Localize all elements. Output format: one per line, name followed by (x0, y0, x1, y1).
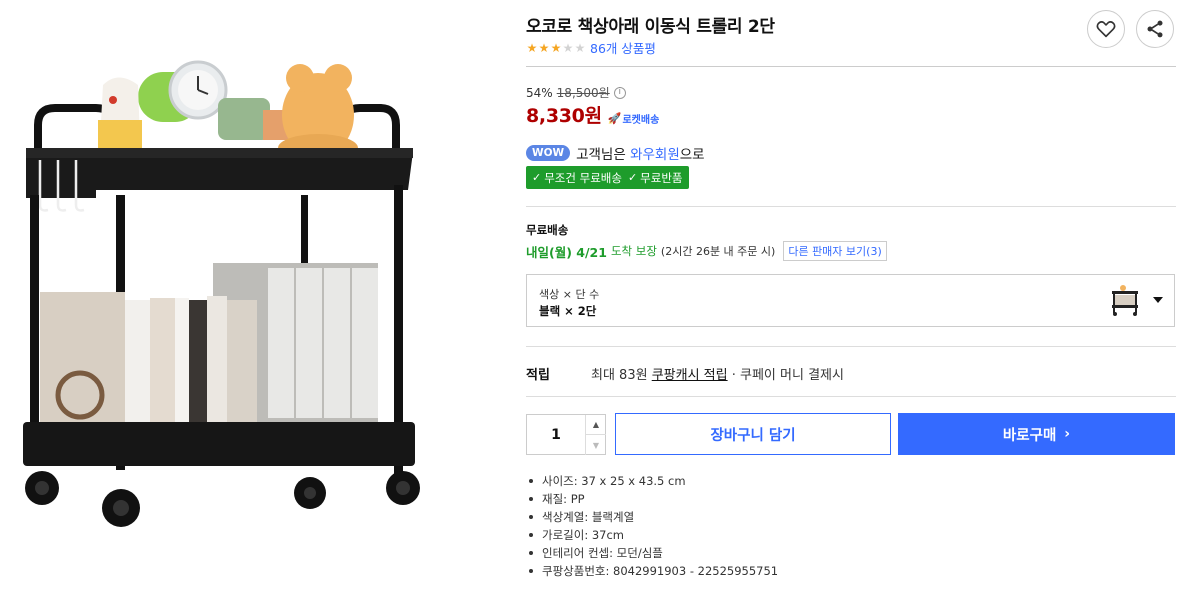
spec-text: 색상계열: 블랙계열 (542, 510, 635, 524)
option-name: 색상 × 단 수 (539, 288, 600, 301)
bullet-icon (529, 515, 533, 519)
quantity-decrease-button[interactable]: ▼ (585, 435, 606, 455)
other-sellers-button[interactable]: 다른 판매자 보기(3) (783, 241, 887, 261)
divider (526, 396, 1176, 397)
reward-label: 적립 (526, 368, 550, 383)
star-icon: ★ (538, 40, 550, 55)
option-select[interactable]: 색상 × 단 수 블랙 × 2단 (526, 274, 1175, 327)
wow-suffix: 으로 (679, 147, 705, 163)
list-item: 인테리어 컨셉: 모던/심플 (526, 544, 778, 562)
bullet-icon (529, 533, 533, 537)
free-return-label: 무료반품 (640, 170, 683, 185)
delivery-note: (2시간 26분 내 주문 시) (660, 245, 776, 258)
quantity-input[interactable]: 1 (527, 415, 585, 456)
rating-row: ★ ★ ★ ★ ★ 86개 상품평 (526, 38, 656, 57)
chevron-down-icon: ▼ (592, 440, 600, 450)
shipping-label: 무료배송 (526, 223, 569, 237)
list-item: 색상계열: 블랙계열 (526, 508, 778, 526)
bullet-icon (529, 551, 533, 555)
info-icon[interactable]: i (613, 86, 626, 99)
coupang-cash-link[interactable]: 쿠팡캐시 적립 (652, 368, 728, 383)
star-icon: ★ (562, 40, 574, 55)
star-icon: ★ (550, 40, 562, 55)
quantity-stepper[interactable]: 1 ▲ ▼ (526, 414, 606, 455)
product-image[interactable] (18, 30, 438, 535)
rocket-label: 로켓배송 (622, 115, 660, 126)
delivery-date: 내일(월) 4/21 (526, 244, 607, 260)
buy-now-label: 바로구매 (1002, 427, 1057, 444)
check-icon: ✓ (532, 171, 542, 184)
wow-prefix: 고객님은 (576, 147, 626, 163)
check-icon: ✓ (627, 171, 638, 184)
review-count-link[interactable]: 86개 상품평 (590, 38, 656, 57)
divider (526, 206, 1176, 207)
chevron-right-icon: › (1064, 426, 1071, 442)
discount-rate: 54% (526, 85, 553, 100)
buy-now-button[interactable]: 바로구매 › (898, 413, 1175, 455)
delivery-row: 내일(월) 4/21 도착 보장 (2시간 26분 내 주문 시) 다른 판매자… (526, 241, 887, 261)
wow-badge: WOW (526, 145, 571, 161)
free-shipping-label: 무조건 무료배송 (544, 170, 622, 185)
star-icon: ★ (574, 40, 586, 55)
rocket-delivery-badge: 🚀 로켓배송 (608, 111, 660, 126)
chevron-up-icon: ▲ (592, 420, 600, 429)
spec-text: 재질: PP (542, 492, 585, 506)
wow-member-row: WOW 고객님은 와우회원 으로 (526, 143, 705, 163)
list-item: 재질: PP (526, 490, 778, 508)
spec-list: 사이즈: 37 x 25 x 43.5 cm 재질: PP 색상계열: 블랙계열… (526, 472, 778, 580)
delivery-guarantee: 도착 보장 (610, 244, 657, 258)
bullet-icon (529, 479, 533, 483)
divider (526, 346, 1176, 347)
wishlist-button[interactable] (1087, 10, 1125, 48)
list-item: 사이즈: 37 x 25 x 43.5 cm (526, 472, 778, 490)
quantity-increase-button[interactable]: ▲ (585, 415, 606, 435)
wow-member-link[interactable]: 와우회원 (630, 143, 680, 163)
sale-price: 8,330원 (526, 105, 602, 127)
spec-text: 인테리어 컨셉: 모던/심플 (542, 546, 663, 560)
product-title: 오코로 책상아래 이동식 트롤리 2단 (526, 17, 775, 37)
sale-price-row: 8,330원 🚀 로켓배송 (526, 101, 659, 128)
chevron-down-icon (1153, 297, 1163, 303)
add-to-cart-button[interactable]: 장바구니 담기 (615, 413, 891, 455)
spec-text: 가로길이: 37cm (542, 528, 625, 542)
list-item: 쿠팡상품번호: 8042991903 - 22525955751 (526, 562, 778, 580)
free-return-badge: ✓ 무료반품 (628, 170, 683, 186)
reward-prefix: 최대 83원 (591, 368, 648, 383)
share-icon (1147, 20, 1163, 38)
bullet-icon (529, 497, 533, 501)
option-value: 블랙 × 2단 (539, 304, 597, 318)
bullet-icon (529, 569, 533, 573)
free-shipping-badge: ✓ 무조건 무료배송 (532, 170, 622, 186)
star-rating: ★ ★ ★ ★ ★ (526, 42, 586, 54)
reward-suffix: · 쿠페이 머니 결제시 (731, 368, 844, 383)
spec-text: 사이즈: 37 x 25 x 43.5 cm (542, 474, 686, 488)
star-icon: ★ (526, 40, 538, 55)
reward-text: 최대 83원 쿠팡캐시 적립 · 쿠페이 머니 결제시 (591, 364, 844, 383)
original-price-row: 54% 18,500원 i (526, 84, 626, 101)
spec-text: 쿠팡상품번호: 8042991903 - 22525955751 (542, 564, 779, 578)
rocket-icon: 🚀 (607, 112, 622, 125)
heart-icon (1096, 21, 1116, 38)
original-price: 18,500원 (556, 86, 610, 100)
list-item: 가로길이: 37cm (526, 526, 778, 544)
share-button[interactable] (1136, 10, 1174, 48)
divider (526, 66, 1176, 67)
benefit-badges: ✓ 무조건 무료배송 ✓ 무료반품 (526, 166, 690, 189)
product-info-panel: 오코로 책상아래 이동식 트롤리 2단 ★ ★ ★ ★ ★ 86개 상품평 54… (526, 0, 1176, 590)
option-thumbnail (1109, 284, 1141, 318)
